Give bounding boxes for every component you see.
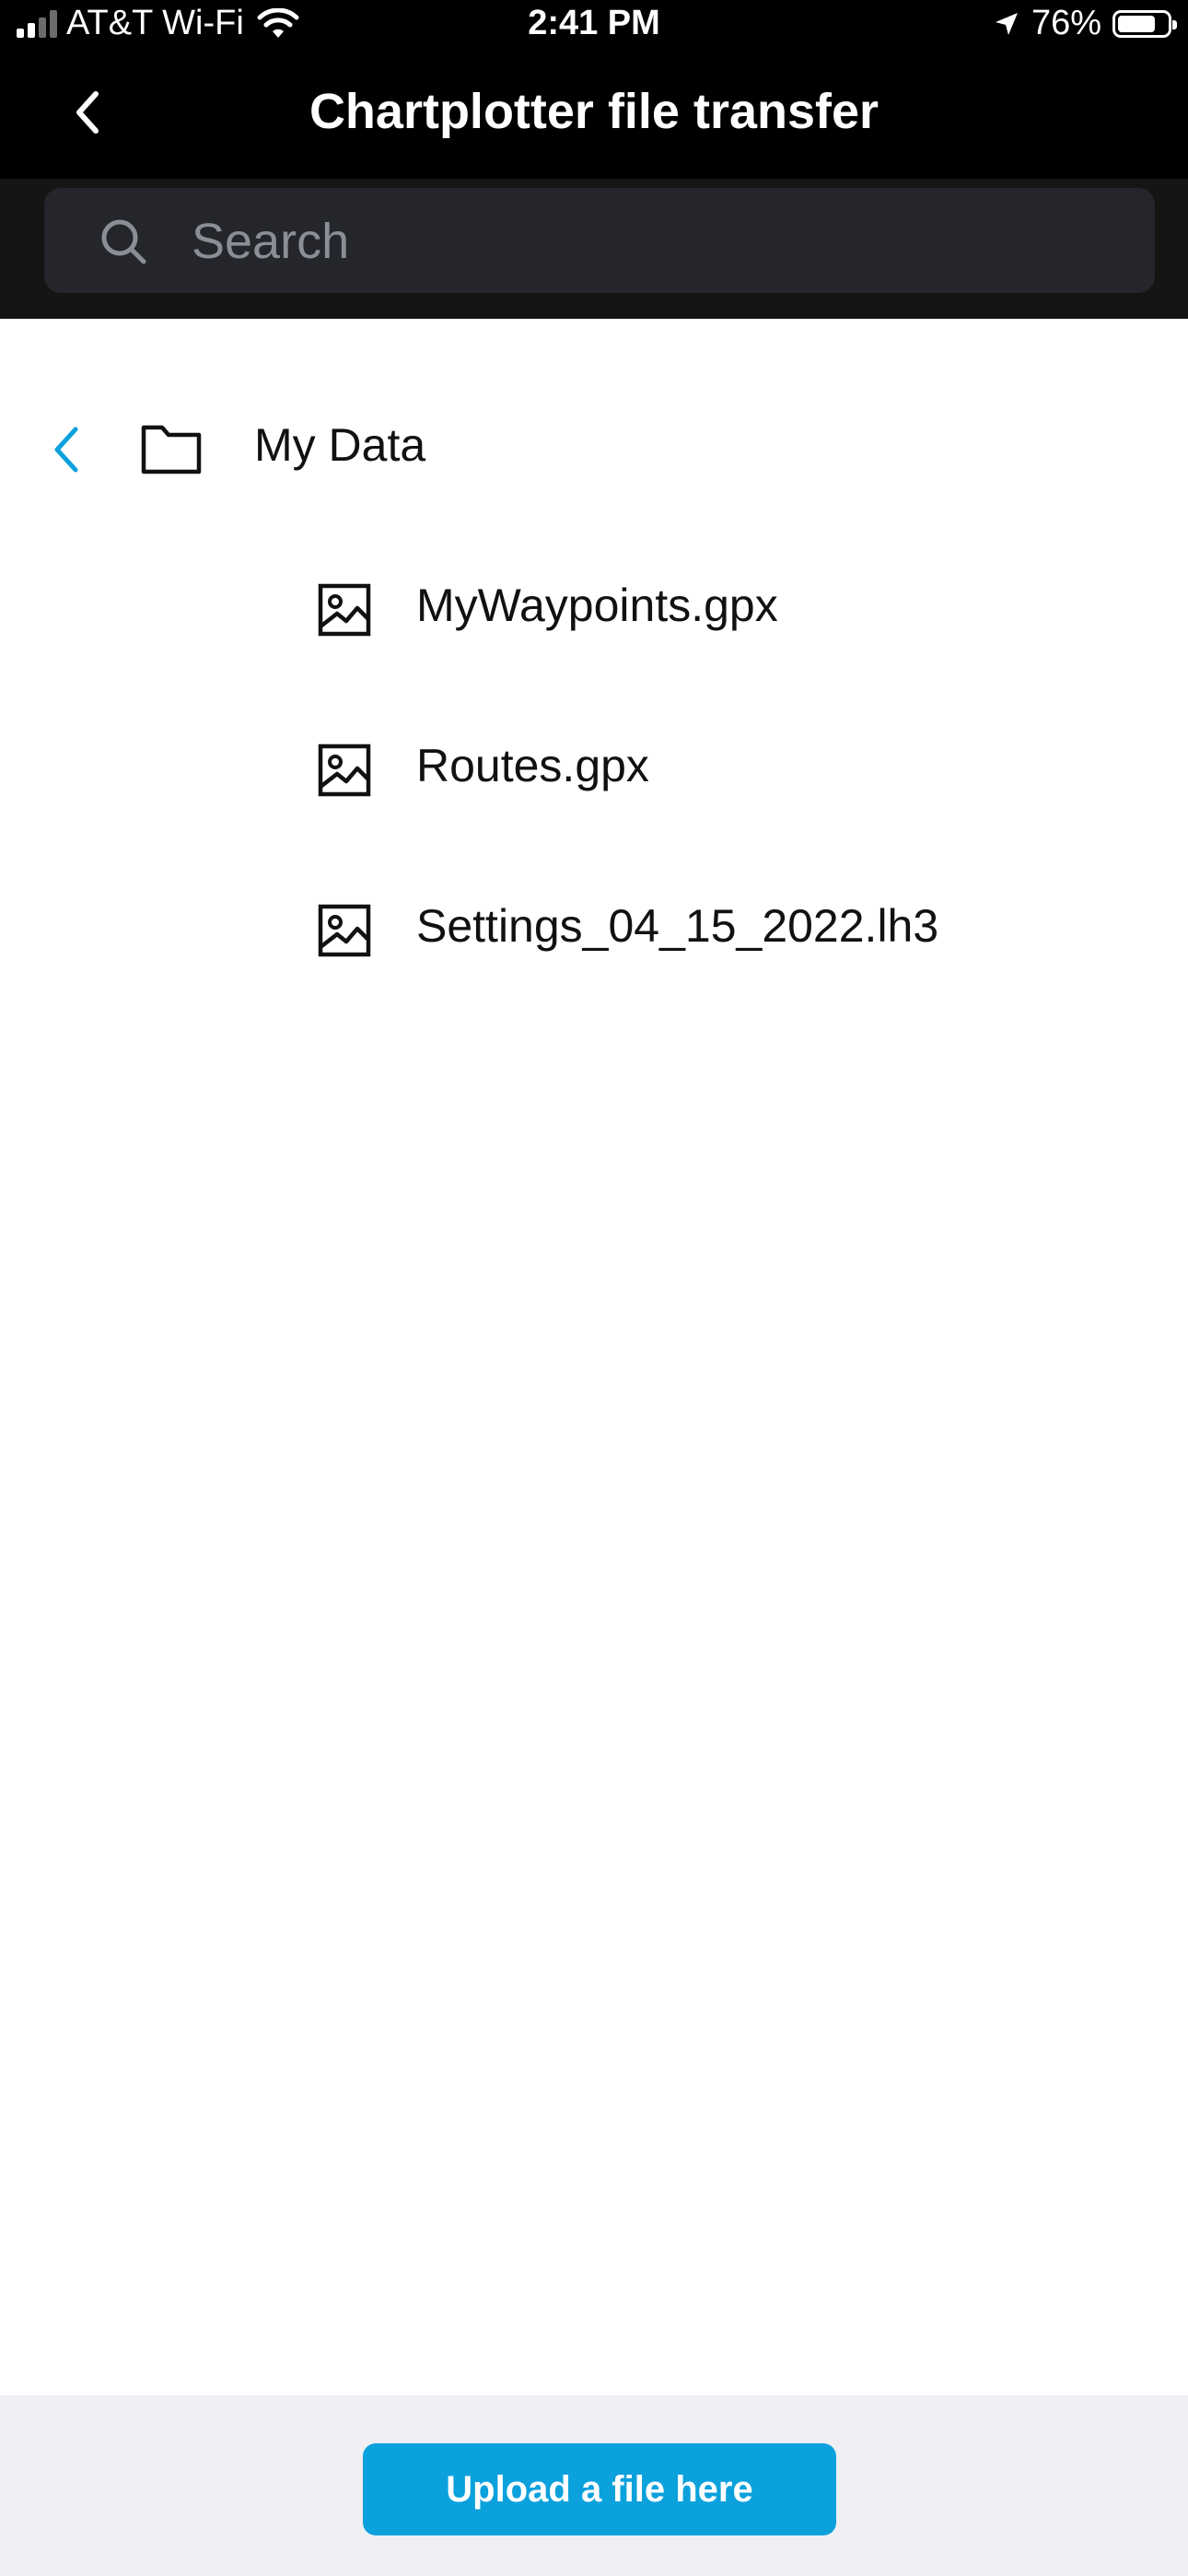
- nav-header: Chartplotter file transfer: [0, 48, 1188, 179]
- battery-percent: 76%: [1031, 4, 1101, 42]
- status-bar: AT&T Wi-Fi 2:41 PM 76%: [0, 0, 1188, 48]
- file-row[interactable]: MyWaypoints.gpx: [0, 566, 1188, 658]
- status-right: 76%: [993, 4, 1177, 43]
- search-icon: [101, 219, 146, 264]
- location-arrow-icon: [995, 12, 1018, 35]
- battery-tip: [1172, 19, 1177, 29]
- upload-bar: Upload a file here: [0, 2395, 1188, 2576]
- battery-icon: [1112, 9, 1177, 38]
- search-bar: [0, 179, 1188, 319]
- image-file-icon: [318, 904, 371, 957]
- file-name: Routes.gpx: [416, 740, 649, 791]
- image-file-icon: [318, 744, 371, 797]
- file-name: MyWaypoints.gpx: [416, 580, 778, 631]
- search-input[interactable]: [190, 208, 1114, 275]
- file-row[interactable]: Settings_04_15_2022.lh3: [0, 886, 1188, 978]
- folder-icon: [141, 425, 202, 474]
- file-name: Settings_04_15_2022.lh3: [416, 900, 939, 952]
- folder-row[interactable]: My Data: [0, 405, 1188, 498]
- battery-fill: [1118, 15, 1155, 32]
- image-file-icon: [318, 583, 371, 637]
- folder-name: My Data: [254, 419, 426, 471]
- upload-file-button[interactable]: Upload a file here: [363, 2443, 836, 2535]
- chevron-left-icon[interactable]: [48, 424, 85, 475]
- file-row[interactable]: Routes.gpx: [0, 726, 1188, 818]
- page-title: Chartplotter file transfer: [309, 84, 879, 139]
- search-box[interactable]: [44, 188, 1155, 293]
